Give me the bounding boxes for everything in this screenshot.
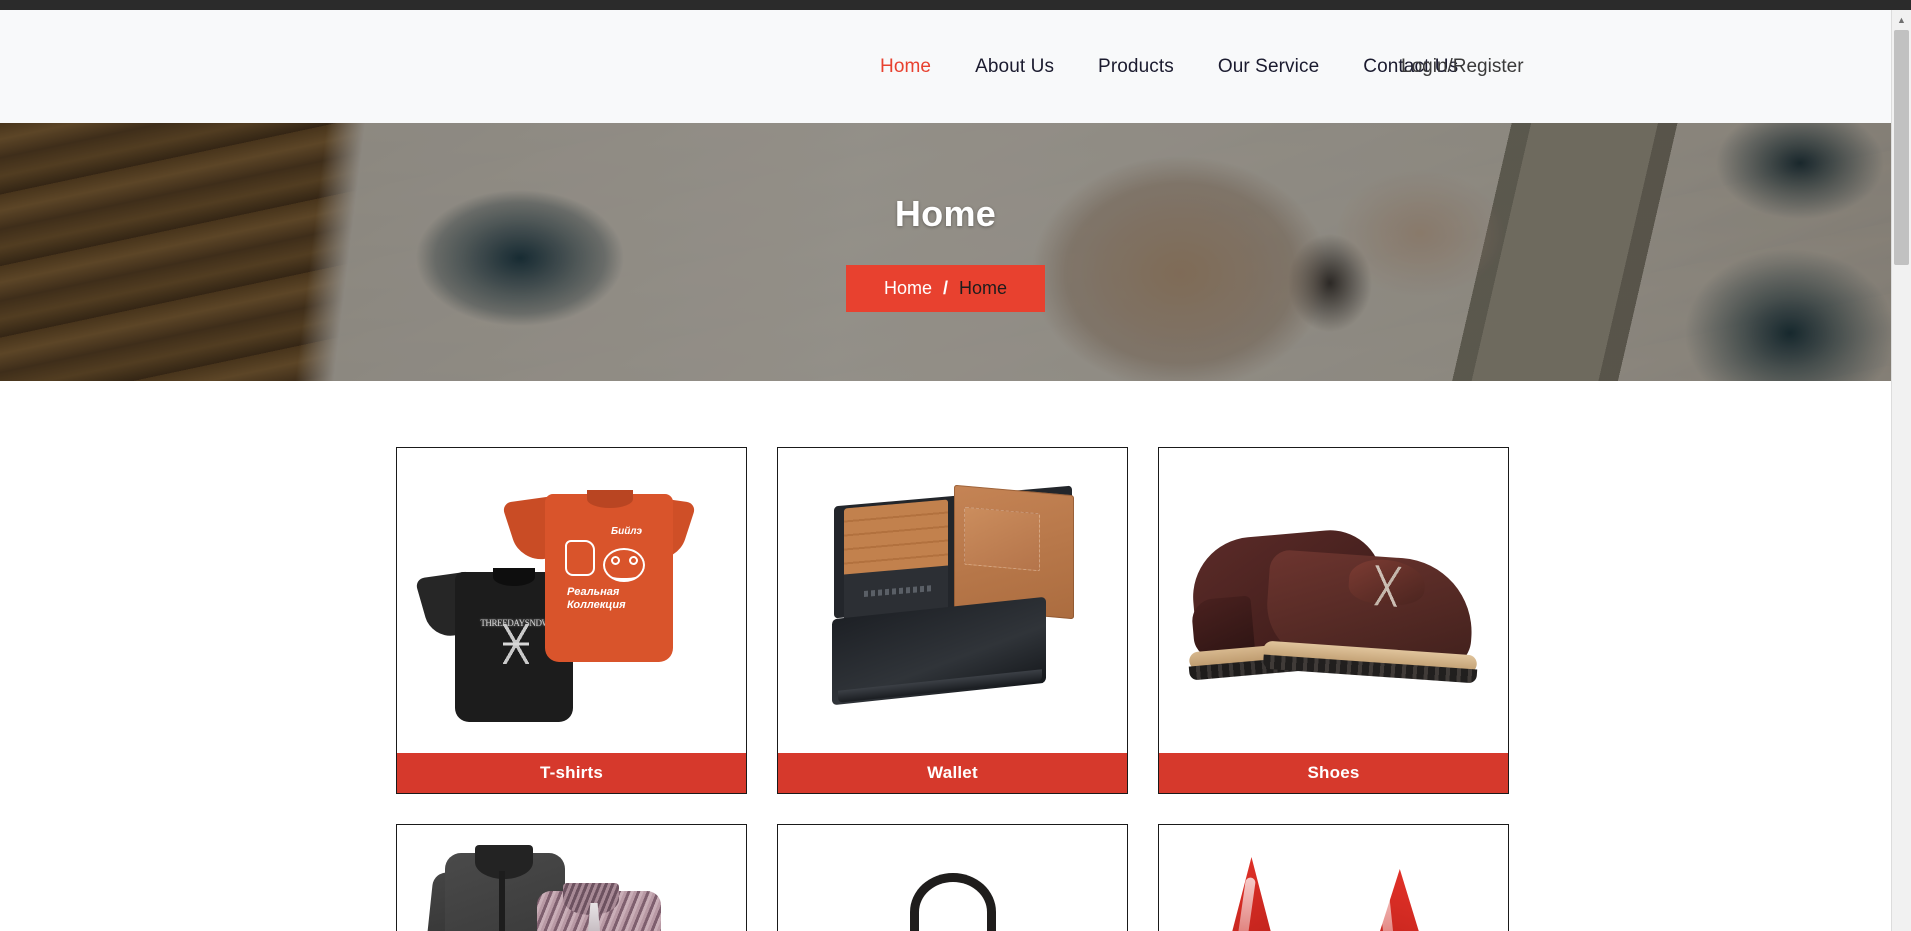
shirt-body xyxy=(545,494,673,662)
shirt-collar xyxy=(493,568,535,586)
breadcrumb-separator: / xyxy=(942,277,948,298)
bag-handle xyxy=(910,873,996,931)
breadcrumb-current: Home xyxy=(959,277,1008,298)
product-card-shoes[interactable]: Shoes xyxy=(1158,447,1509,794)
nav-link-home[interactable]: Home xyxy=(858,56,953,78)
site-header: Home About Us Products Our Service Conta… xyxy=(0,10,1891,123)
page-scrollbar[interactable]: ▲ xyxy=(1891,10,1911,931)
breadcrumb-link-home[interactable]: Home xyxy=(884,278,932,299)
page-viewport: Home About Us Products Our Service Conta… xyxy=(0,10,1891,931)
nav-link-about-us[interactable]: About Us xyxy=(953,56,1076,78)
hero-content: Home Home / Home xyxy=(0,123,1891,381)
hero-banner: Home Home / Home xyxy=(0,123,1891,381)
peace-hand-graphic xyxy=(565,540,595,576)
product-grid: THREEDAYSNDW Бийлэ Реальная Коллекция T-… xyxy=(396,447,1509,931)
black-tee-star-graphic xyxy=(503,624,529,664)
wallet-right-pocket xyxy=(964,506,1040,572)
nav-link-products[interactable]: Products xyxy=(1076,56,1196,78)
page-title: Home xyxy=(894,192,997,234)
shoe-laces xyxy=(1353,563,1421,609)
tshirts-photo: THREEDAYSNDW Бийлэ Реальная Коллекция xyxy=(397,448,746,753)
product-card-bag[interactable] xyxy=(777,824,1128,931)
nav-link-our-service[interactable]: Our Service xyxy=(1196,56,1341,78)
smiley-eye-left xyxy=(611,556,620,565)
product-label-tshirts: T-shirts xyxy=(397,753,746,793)
product-label-shoes: Shoes xyxy=(1159,753,1508,793)
product-card-shirts[interactable] xyxy=(396,824,747,931)
orange-tee-print-line2: Реальная Коллекция xyxy=(567,586,626,611)
product-card-heels[interactable] xyxy=(1158,824,1509,931)
scroll-up-arrow-icon[interactable]: ▲ xyxy=(1892,10,1911,29)
product-card-tshirts[interactable]: THREEDAYSNDW Бийлэ Реальная Коллекция T-… xyxy=(396,447,747,794)
login-register-link[interactable]: Login/Register xyxy=(1401,10,1524,123)
wallet-photo xyxy=(778,448,1127,753)
shirt-collar xyxy=(587,490,633,508)
shoes-photo xyxy=(1159,448,1508,753)
smiley-mouth xyxy=(610,568,638,580)
orange-tee-print-line1: Бийлэ xyxy=(611,526,643,537)
red-heel-right xyxy=(1355,869,1435,931)
heels-photo xyxy=(1159,825,1508,931)
smiley-eye-right xyxy=(629,556,638,565)
dark-shirt-placket xyxy=(499,871,505,931)
shirts-photo xyxy=(397,825,746,931)
primary-navigation: Home About Us Products Our Service Conta… xyxy=(858,10,1480,123)
scrollbar-thumb[interactable] xyxy=(1894,30,1909,265)
breadcrumb: Home / Home xyxy=(845,264,1046,312)
bag-photo xyxy=(778,825,1127,931)
product-card-wallet[interactable]: Wallet xyxy=(777,447,1128,794)
product-label-wallet: Wallet xyxy=(778,753,1127,793)
browser-chrome-bar xyxy=(0,0,1911,10)
